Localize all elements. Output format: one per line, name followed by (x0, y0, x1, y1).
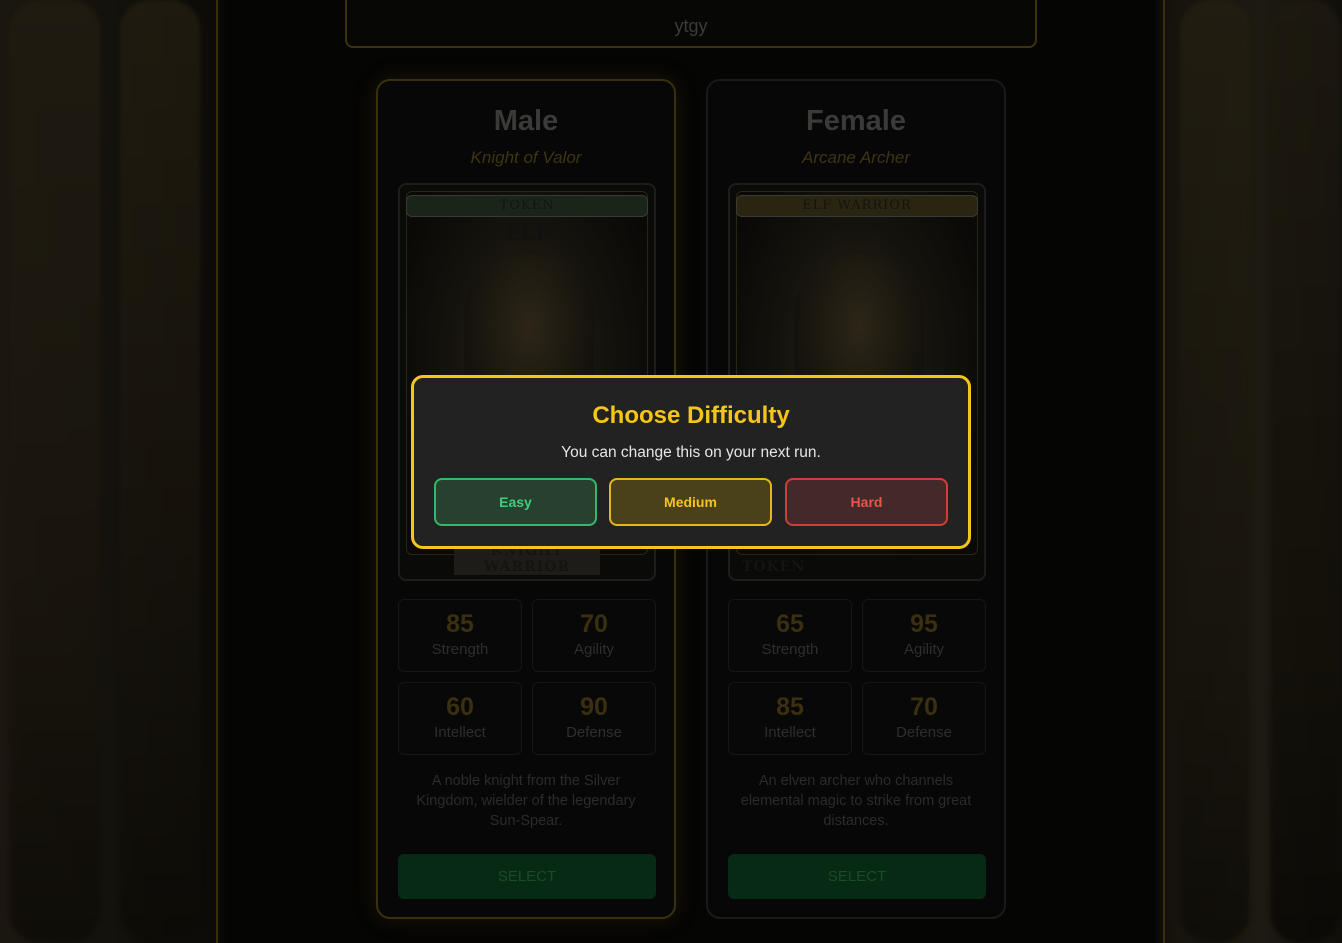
left-border-rail (216, 0, 218, 943)
stat-defense: 90 Defense (532, 682, 656, 755)
stat-strength: 85 Strength (398, 599, 522, 672)
stat-intellect: 85 Intellect (728, 682, 852, 755)
difficulty-modal: Choose Difficulty You can change this on… (411, 375, 971, 549)
stat-agility: 95 Agility (862, 599, 986, 672)
medium-button[interactable]: Medium (609, 478, 772, 526)
stat-agility: 70 Agility (532, 599, 656, 672)
stat-intellect: 60 Intellect (398, 682, 522, 755)
hard-button[interactable]: Hard (785, 478, 948, 526)
modal-title: Choose Difficulty (592, 402, 790, 429)
stat-strength: 65 Strength (728, 599, 852, 672)
card-subtitle: Knight of Valor (470, 148, 582, 167)
modal-message: You can change this on your next run. (561, 444, 821, 461)
card-subtitle: Arcane Archer (801, 148, 911, 167)
card-title: Male (493, 105, 559, 137)
portrait-banner: ELF WARRIOR (736, 195, 978, 217)
select-male-button[interactable]: SELECT (398, 854, 656, 899)
stat-defense: 70 Defense (862, 682, 986, 755)
easy-button[interactable]: Easy (434, 478, 597, 526)
card-title: Female (806, 105, 906, 137)
portrait-heading: ELF (505, 221, 549, 245)
stats-grid: 65 Strength 95 Agility 85 Intellect 70 Defen… (728, 599, 986, 755)
character-description: A noble knight from the Silver Kingdom, … (416, 773, 636, 829)
right-border-rail (1163, 0, 1165, 943)
character-description: An elven archer who channels elemental m… (740, 773, 972, 829)
portrait-caption: TOKEN (742, 559, 806, 575)
select-female-button[interactable]: SELECT (728, 854, 986, 899)
stats-grid: 85 Strength 70 Agility 60 Intellect 90 Defen… (398, 599, 656, 755)
portrait-banner: TOKEN (406, 195, 648, 217)
character-name-input[interactable]: ytgy (345, 0, 1037, 48)
